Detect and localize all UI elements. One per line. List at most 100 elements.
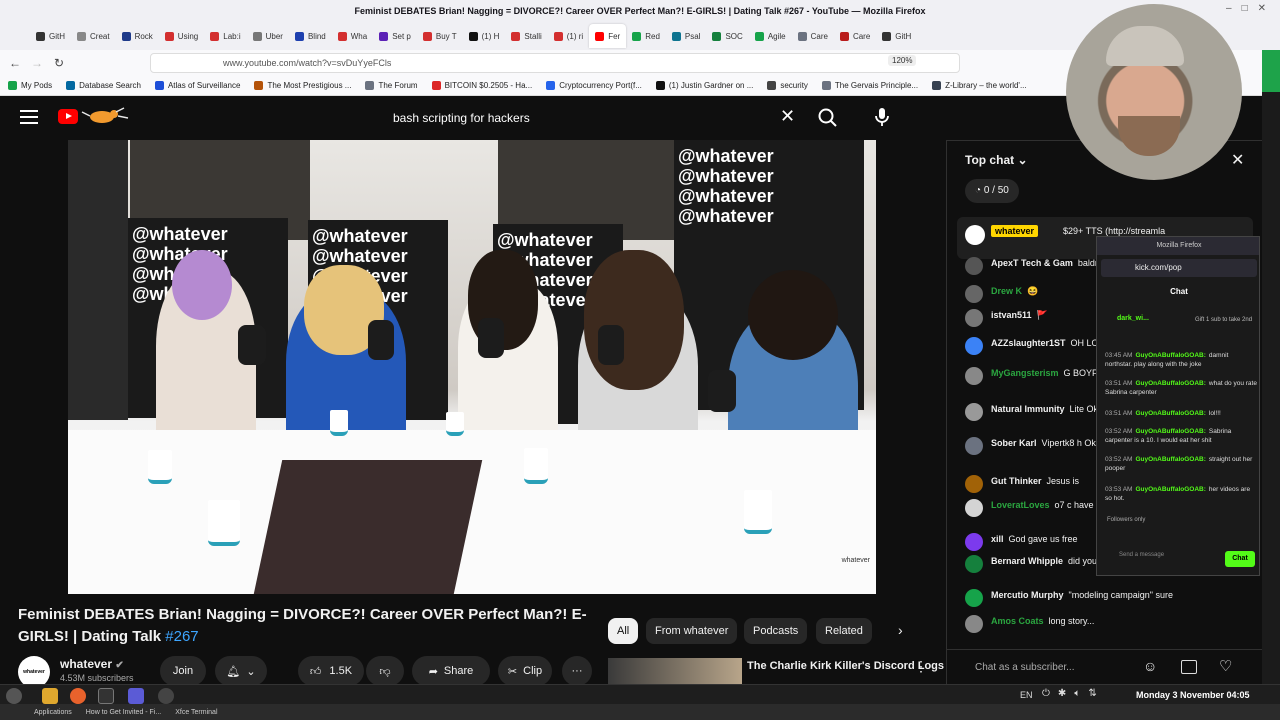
recommended-title[interactable]: The Charlie Kirk Killer's Discord Logs bbox=[747, 660, 944, 672]
chat-avatar[interactable] bbox=[965, 285, 983, 303]
channel-name[interactable]: whatever ✔ bbox=[60, 657, 124, 671]
share-button[interactable]: ➦ Share bbox=[412, 656, 490, 686]
more-vert-icon[interactable]: ⋮ bbox=[914, 658, 928, 675]
volume-icon[interactable]: 🔈︎ bbox=[1074, 688, 1080, 699]
forward-icon[interactable]: → bbox=[26, 56, 48, 70]
kick-url-bar[interactable]: kick.com/pop bbox=[1101, 259, 1257, 277]
chat-avatar[interactable] bbox=[965, 437, 983, 455]
bookmark-item[interactable]: Z-Library – the world'... bbox=[932, 81, 1027, 90]
bookmark-item[interactable]: The Most Prestigious ... bbox=[254, 81, 351, 90]
maximize-icon[interactable]: □ bbox=[1242, 3, 1248, 14]
chat-avatar[interactable] bbox=[965, 555, 983, 573]
chat-author[interactable]: Gut Thinker bbox=[991, 476, 1042, 486]
browser-tab[interactable]: Stalli bbox=[505, 24, 547, 48]
bookmark-item[interactable]: Cryptocurrency Port(f... bbox=[546, 81, 642, 90]
taskbar-window[interactable]: Xfce Terminal bbox=[175, 709, 217, 716]
notifications-button[interactable]: 🔔︎ ⌄ bbox=[215, 656, 267, 686]
browser-tab[interactable]: SOC bbox=[706, 24, 748, 48]
chat-avatar[interactable] bbox=[965, 475, 983, 493]
chat-avatar[interactable] bbox=[965, 403, 983, 421]
chat-avatar[interactable] bbox=[965, 615, 983, 633]
chat-author[interactable]: xill bbox=[991, 534, 1004, 544]
browser-tab[interactable]: GitH bbox=[30, 24, 71, 48]
app-icon[interactable] bbox=[128, 688, 144, 704]
more-actions-button[interactable]: ··· bbox=[562, 656, 592, 686]
browser-tab[interactable]: Using bbox=[159, 24, 204, 48]
super-chat-icon[interactable] bbox=[1181, 660, 1197, 674]
chat-author[interactable]: Sober Karl bbox=[991, 438, 1037, 448]
chat-author[interactable]: LoveratLoves bbox=[991, 500, 1050, 510]
browser-tab[interactable]: Fer bbox=[589, 24, 627, 48]
chat-author[interactable]: Natural Immunity bbox=[991, 404, 1065, 414]
bookmark-item[interactable]: The Gervais Principle... bbox=[821, 81, 918, 90]
chat-message[interactable]: Amos Coats long story... bbox=[965, 615, 1255, 633]
browser-tab[interactable]: Lab:i bbox=[204, 24, 246, 48]
doodle-logo-icon[interactable] bbox=[80, 106, 132, 126]
chip-podcasts[interactable]: Podcasts bbox=[744, 618, 808, 644]
chat-avatar[interactable] bbox=[965, 499, 983, 517]
browser-tab[interactable]: Care bbox=[792, 24, 834, 48]
reload-icon[interactable]: ↻ bbox=[48, 56, 70, 70]
browser-tab[interactable]: Care bbox=[834, 24, 876, 48]
system-menu-icon[interactable] bbox=[6, 688, 22, 704]
browser-tab[interactable]: Red bbox=[626, 24, 666, 48]
search-icon[interactable] bbox=[815, 105, 841, 131]
power-icon[interactable]: ⏻ bbox=[1042, 688, 1050, 699]
chip-related[interactable]: Related bbox=[816, 618, 872, 644]
channel-name-text[interactable]: whatever bbox=[60, 657, 112, 671]
chat-avatar[interactable] bbox=[965, 367, 983, 385]
bookmark-item[interactable]: Database Search bbox=[66, 81, 141, 90]
bookmark-item[interactable]: My Pods bbox=[8, 81, 52, 90]
browser-tab[interactable]: Buy T bbox=[417, 24, 463, 48]
browser-tab[interactable]: (1) ri bbox=[548, 24, 589, 48]
browser-tab[interactable]: Blind bbox=[289, 24, 332, 48]
bookmark-item[interactable]: The Forum bbox=[365, 81, 418, 90]
clip-button[interactable]: ✂ Clip bbox=[498, 656, 552, 686]
dislike-button[interactable]: 👎︎ bbox=[366, 656, 404, 686]
back-icon[interactable]: ← bbox=[4, 56, 26, 70]
episode-hashtag[interactable]: #267 bbox=[165, 628, 198, 645]
bluetooth-icon[interactable]: ✱ bbox=[1058, 688, 1066, 699]
browser-tab[interactable]: Uber bbox=[247, 24, 289, 48]
browser-tab[interactable]: Creat bbox=[71, 24, 116, 48]
hamburger-menu-icon[interactable] bbox=[20, 110, 38, 124]
join-button[interactable]: Join bbox=[160, 656, 206, 686]
chat-author[interactable]: AZZslaughter1ST bbox=[991, 338, 1066, 348]
url-bar[interactable]: www.youtube.com/watch?v=svDuYyeFCls bbox=[150, 53, 960, 73]
chat-author[interactable]: Mercutio Murphy bbox=[991, 590, 1064, 600]
firefox-icon[interactable] bbox=[70, 688, 86, 704]
taskbar-window[interactable]: Applications bbox=[34, 709, 72, 716]
zoom-level[interactable]: 120% bbox=[888, 55, 917, 66]
chat-avatar[interactable] bbox=[965, 589, 983, 607]
network-icon[interactable]: ⇅ bbox=[1088, 688, 1096, 699]
browser-tab[interactable]: Wha bbox=[332, 24, 373, 48]
bookmark-item[interactable]: BITCOIN $0.2505 - Ha... bbox=[431, 81, 532, 90]
browser-tab[interactable]: Set p bbox=[373, 24, 417, 48]
chat-avatar[interactable] bbox=[965, 533, 983, 551]
microphone-icon[interactable] bbox=[872, 105, 892, 131]
chip-from-channel[interactable]: From whatever bbox=[646, 618, 738, 644]
chat-avatar[interactable] bbox=[965, 257, 983, 275]
chat-author[interactable]: ApexT Tech & Gam bbox=[991, 258, 1073, 268]
browser-tab[interactable]: (1) H bbox=[463, 24, 506, 48]
kick-chat-button[interactable]: Chat bbox=[1225, 551, 1255, 567]
like-button[interactable]: 👍︎ 1.5K bbox=[298, 656, 364, 686]
browser-tab[interactable]: Rock bbox=[116, 24, 159, 48]
close-window-icon[interactable]: ✕ bbox=[1258, 3, 1266, 14]
taskbar-window[interactable]: How to Get Invited - Fi... bbox=[86, 709, 161, 716]
green-side-tab[interactable] bbox=[1262, 50, 1280, 92]
poll-progress[interactable]: ◔ 0 / 50 bbox=[965, 179, 1019, 203]
emoji-icon[interactable]: ☺ bbox=[1143, 658, 1157, 674]
youtube-logo[interactable] bbox=[58, 109, 78, 124]
clock[interactable]: Monday 3 November 04:05 bbox=[1136, 690, 1250, 700]
chat-author[interactable]: Drew K bbox=[991, 286, 1022, 296]
browser-tab[interactable]: Agile bbox=[749, 24, 792, 48]
clear-search-icon[interactable]: ✕ bbox=[780, 106, 795, 127]
chat-message[interactable]: Mercutio Murphy "modeling campaign" sure bbox=[965, 589, 1255, 607]
chip-all[interactable]: All bbox=[608, 618, 639, 644]
chat-mode-selector[interactable]: Top chat ⌄ bbox=[965, 153, 1028, 167]
chat-author[interactable]: Amos Coats bbox=[991, 616, 1044, 626]
browser-tab[interactable]: Psal bbox=[666, 24, 707, 48]
terminal-icon[interactable] bbox=[98, 688, 114, 704]
chat-author[interactable]: istvan511 bbox=[991, 310, 1032, 320]
